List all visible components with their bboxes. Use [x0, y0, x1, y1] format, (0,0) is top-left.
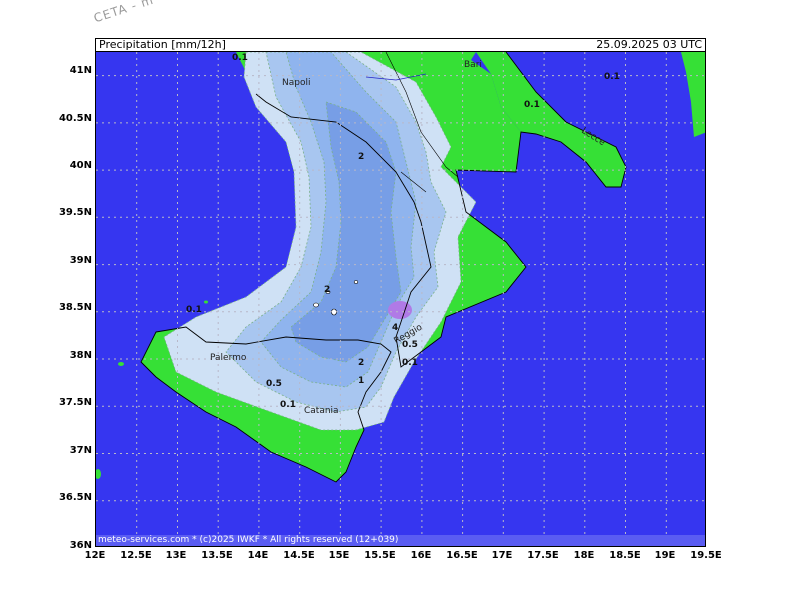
lat-label-39-5n: 39.5N [58, 207, 92, 218]
lon-label-17e: 17E [491, 550, 513, 561]
precip-band-4 [388, 301, 412, 319]
contour-label-sicily-05: 0.5 [266, 379, 282, 389]
lon-label-19-5e: 19.5E [690, 550, 722, 561]
contour-label-campania: 2 [358, 152, 364, 162]
contour-label-west-sicily: 0.1 [186, 305, 202, 315]
lat-label-38n: 38N [69, 350, 92, 361]
island-aeolian-2 [331, 308, 337, 316]
model-watermark: CETA - m [92, 0, 156, 26]
island-egadi [118, 362, 124, 366]
credits-text: meteo-services.com * (c)2025 IWKF * All … [98, 535, 399, 545]
lat-label-41n: 41N [69, 65, 92, 76]
lat-label-40-5n: 40.5N [58, 113, 92, 124]
lon-label-13e: 13E [165, 550, 187, 561]
contour-label-strait-2: 2 [358, 358, 364, 368]
lat-label-37n: 37N [69, 445, 92, 456]
map-header: Precipitation [mm/12h] 25.09.2025 03 UTC [95, 38, 706, 51]
contour-label-reggio-05: 0.5 [402, 340, 418, 350]
lon-label-18e: 18E [573, 550, 595, 561]
contour-label-sicily-01: 0.1 [280, 400, 296, 410]
city-label-catania: Catania [304, 406, 339, 416]
lat-label-37-5n: 37.5N [58, 397, 92, 408]
contour-label-strait-1: 1 [358, 376, 364, 386]
lat-label-36-5n: 36.5N [58, 492, 92, 503]
lon-label-19e: 19E [654, 550, 676, 561]
lon-label-12e: 12E [84, 550, 106, 561]
contour-label-top-left: 0.1 [232, 53, 248, 63]
precipitation-map: Napoli Bari Lecce Palermo Catania Reggio… [95, 51, 706, 547]
lon-label-15e: 15E [328, 550, 350, 561]
island-aeolian-4 [353, 280, 359, 284]
forecast-datetime: 25.09.2025 03 UTC [596, 38, 702, 51]
island-ustica [204, 300, 208, 304]
map-canvas: Napoli Bari Lecce Palermo Catania Reggio… [96, 52, 705, 546]
map-title: Precipitation [mm/12h] [99, 38, 226, 51]
lon-label-17-5e: 17.5E [527, 550, 559, 561]
lon-label-12-5e: 12.5E [120, 550, 152, 561]
city-label-bari: Bari [464, 60, 482, 70]
lat-label-40n: 40N [69, 160, 92, 171]
lon-label-14-5e: 14.5E [283, 550, 315, 561]
lat-label-39n: 39N [69, 255, 92, 266]
lon-label-18-5e: 18.5E [609, 550, 641, 561]
lon-label-14e: 14E [247, 550, 269, 561]
contour-label-reggio-01: 0.1 [402, 358, 418, 368]
contour-label-bari-area: 0.1 [524, 100, 540, 110]
lon-label-13-5e: 13.5E [201, 550, 233, 561]
lon-label-16e: 16E [410, 550, 432, 561]
city-label-napoli: Napoli [282, 78, 310, 88]
credits-bar: meteo-services.com * (c)2025 IWKF * All … [96, 535, 705, 546]
lat-label-38-5n: 38.5N [58, 302, 92, 313]
contour-label-tyrrhenian: 2 [324, 285, 330, 295]
lon-label-16-5e: 16.5E [446, 550, 478, 561]
city-label-palermo: Palermo [210, 353, 247, 363]
contour-label-adriatic: 0.1 [604, 72, 620, 82]
lon-label-15-5e: 15.5E [364, 550, 396, 561]
contour-label-reggio-4: 4 [392, 323, 398, 333]
island-aeolian-1 [313, 302, 319, 308]
